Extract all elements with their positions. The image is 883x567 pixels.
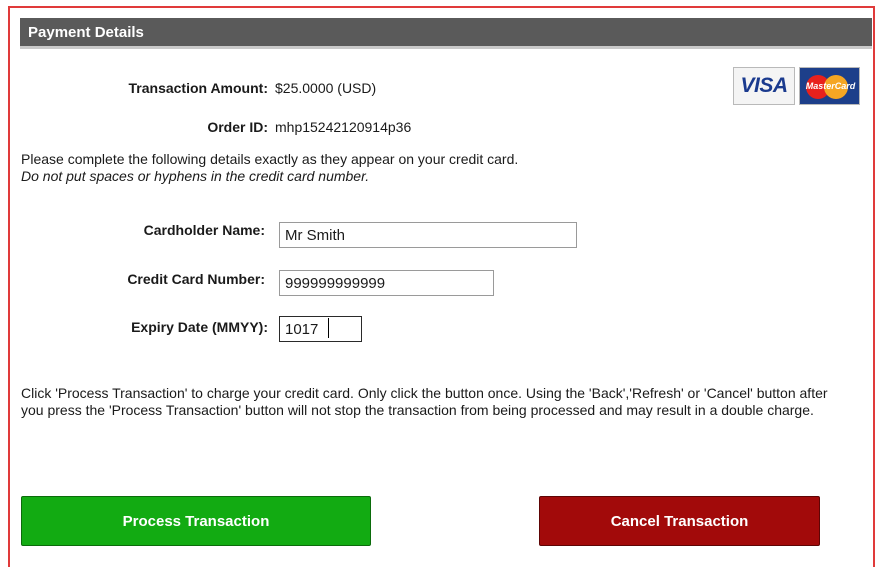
process-warning-note: Click 'Process Transaction' to charge yo… <box>21 385 828 418</box>
instructions-hint: Do not put spaces or hyphens in the cred… <box>21 168 370 184</box>
text-caret <box>328 318 329 338</box>
mastercard-logo-icon: MasterCard <box>799 67 860 105</box>
header-title: Payment Details <box>28 24 144 41</box>
expiry-date-label: Expiry Date (MMYY): <box>131 319 268 335</box>
visa-logo-icon: VISA <box>733 67 795 105</box>
cardholder-name-input[interactable]: Mr Smith <box>279 222 577 248</box>
order-id-label: Order ID: <box>207 119 268 135</box>
credit-card-number-input[interactable]: 999999999999 <box>279 270 494 296</box>
visa-logo-text: VISA <box>740 74 788 97</box>
transaction-amount-label: Transaction Amount: <box>128 80 269 96</box>
cancel-transaction-button[interactable]: Cancel Transaction <box>539 496 820 546</box>
instructions-line: Please complete the following details ex… <box>21 151 519 167</box>
credit-card-number-label: Credit Card Number: <box>127 271 265 287</box>
transaction-amount-value: $25.0000 (USD) <box>275 80 377 96</box>
cardholder-name-label: Cardholder Name: <box>143 222 265 238</box>
order-id-value: mhp15242120914p36 <box>275 119 412 135</box>
payment-details-header: Payment Details <box>20 18 872 49</box>
process-transaction-button[interactable]: Process Transaction <box>21 496 371 546</box>
mastercard-logo-text: MasterCard <box>805 81 856 91</box>
expiry-date-input[interactable]: 1017 <box>279 316 362 342</box>
